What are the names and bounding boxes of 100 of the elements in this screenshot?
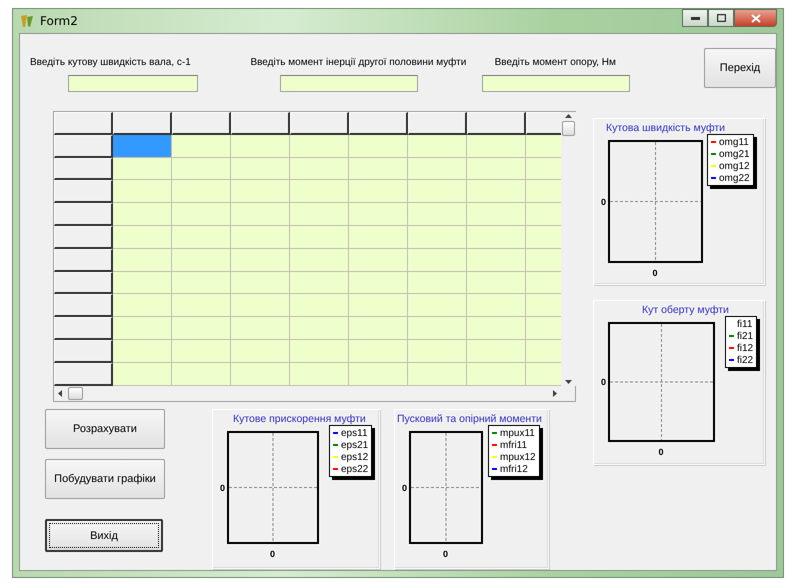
grid-cell[interactable] xyxy=(290,294,349,318)
grid-cell[interactable] xyxy=(290,362,349,386)
grid-cell[interactable] xyxy=(349,362,408,386)
grid-cell[interactable] xyxy=(408,294,467,318)
grid-cell[interactable] xyxy=(467,272,526,294)
grid-cell[interactable] xyxy=(349,272,408,294)
grid-cell[interactable] xyxy=(231,203,290,226)
grid-cell[interactable] xyxy=(290,180,349,204)
grid-cell[interactable] xyxy=(113,317,172,340)
grid-cell[interactable] xyxy=(231,340,290,363)
grid-cell[interactable] xyxy=(113,248,172,272)
grid-cell[interactable] xyxy=(467,362,526,386)
grid-cell[interactable] xyxy=(408,248,467,272)
grid-cell[interactable] xyxy=(231,226,290,249)
right-arrow-icon[interactable] xyxy=(553,390,557,397)
grid-cell[interactable] xyxy=(408,340,467,363)
scroll-thumb[interactable] xyxy=(562,121,575,136)
grid-cell[interactable] xyxy=(349,248,408,272)
grid-cell[interactable] xyxy=(467,248,526,272)
grid-cell[interactable] xyxy=(467,180,526,204)
input-field[interactable] xyxy=(280,75,418,92)
row-header[interactable] xyxy=(54,134,113,158)
row-header[interactable] xyxy=(54,362,113,386)
action-button[interactable]: Побудувати графіки xyxy=(45,459,165,499)
column-header[interactable] xyxy=(408,112,467,135)
grid-cell[interactable] xyxy=(172,134,231,158)
scroll-thumb[interactable] xyxy=(68,387,83,400)
grid-cell[interactable] xyxy=(408,226,467,249)
row-header[interactable] xyxy=(54,294,113,318)
grid-cell[interactable] xyxy=(408,317,467,340)
grid-cell[interactable] xyxy=(467,340,526,363)
row-header[interactable] xyxy=(54,226,113,249)
grid-cell[interactable] xyxy=(349,180,408,204)
row-header[interactable] xyxy=(54,340,113,363)
grid-cell[interactable] xyxy=(408,362,467,386)
left-arrow-icon[interactable] xyxy=(58,390,62,397)
grid-cell[interactable] xyxy=(349,340,408,363)
grid-cell[interactable] xyxy=(113,340,172,363)
grid-cell[interactable] xyxy=(290,272,349,294)
grid-cell[interactable] xyxy=(231,134,290,158)
grid-cell[interactable] xyxy=(349,317,408,340)
grid-cell[interactable] xyxy=(172,248,231,272)
grid-cell[interactable] xyxy=(290,248,349,272)
grid-cell[interactable] xyxy=(172,362,231,386)
grid-cell[interactable] xyxy=(113,362,172,386)
grid-cell[interactable] xyxy=(172,317,231,340)
grid-cell[interactable] xyxy=(172,203,231,226)
action-button[interactable]: Розрахувати xyxy=(45,409,165,449)
grid-cell[interactable] xyxy=(467,317,526,340)
grid-cell[interactable] xyxy=(231,248,290,272)
row-header[interactable] xyxy=(54,317,113,340)
grid-cell[interactable] xyxy=(290,317,349,340)
grid-cell[interactable] xyxy=(290,203,349,226)
grid-cell[interactable] xyxy=(290,226,349,249)
column-header[interactable] xyxy=(231,112,290,135)
row-header[interactable] xyxy=(54,158,113,180)
grid-cell[interactable] xyxy=(231,272,290,294)
minimize-button[interactable] xyxy=(682,9,708,27)
column-header[interactable] xyxy=(290,112,349,135)
grid-cell[interactable] xyxy=(231,294,290,318)
grid-cell[interactable] xyxy=(172,158,231,180)
row-header[interactable] xyxy=(54,248,113,272)
column-header[interactable] xyxy=(172,112,231,135)
grid-cell[interactable] xyxy=(408,134,467,158)
grid-cell[interactable] xyxy=(113,272,172,294)
column-header[interactable] xyxy=(467,112,526,135)
grid-cell[interactable] xyxy=(408,272,467,294)
grid-cell[interactable] xyxy=(290,134,349,158)
grid-cell[interactable] xyxy=(113,203,172,226)
grid-cell[interactable] xyxy=(113,158,172,180)
grid-cell[interactable] xyxy=(349,294,408,318)
grid-cell[interactable] xyxy=(349,226,408,249)
up-arrow-icon[interactable] xyxy=(565,114,572,118)
grid-cell[interactable] xyxy=(467,158,526,180)
grid-cell[interactable] xyxy=(113,226,172,249)
grid-cell[interactable] xyxy=(172,340,231,363)
grid-cell[interactable] xyxy=(467,226,526,249)
grid-cell[interactable] xyxy=(172,226,231,249)
grid-cell[interactable] xyxy=(349,158,408,180)
grid-cell[interactable] xyxy=(231,180,290,204)
column-header[interactable] xyxy=(349,112,408,135)
grid-cell[interactable] xyxy=(290,340,349,363)
input-field[interactable] xyxy=(68,75,198,92)
action-button[interactable]: Вихід xyxy=(45,519,163,552)
grid-cell[interactable] xyxy=(467,203,526,226)
row-header[interactable] xyxy=(54,180,113,204)
grid-cell[interactable] xyxy=(349,203,408,226)
grid-cell[interactable] xyxy=(408,203,467,226)
close-button[interactable] xyxy=(734,9,777,27)
row-header[interactable] xyxy=(54,203,113,226)
grid-cell[interactable] xyxy=(231,362,290,386)
grid-cell[interactable] xyxy=(408,180,467,204)
row-header[interactable] xyxy=(54,272,113,294)
column-header[interactable] xyxy=(113,112,172,135)
grid-cell[interactable] xyxy=(172,272,231,294)
grid-cell[interactable] xyxy=(172,180,231,204)
grid-cell[interactable] xyxy=(349,134,408,158)
grid-cell[interactable] xyxy=(408,158,467,180)
grid-cell[interactable] xyxy=(113,180,172,204)
grid-cell[interactable] xyxy=(467,134,526,158)
